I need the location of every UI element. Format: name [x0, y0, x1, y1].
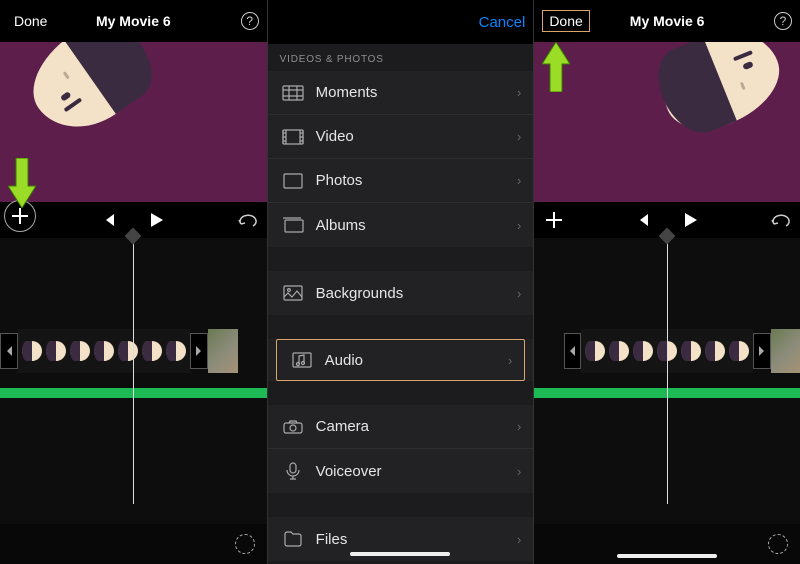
project-title: My Movie 6 [630, 13, 705, 29]
photos-icon [280, 171, 306, 191]
clip-thumb [118, 341, 138, 361]
done-button[interactable]: Done [542, 10, 589, 32]
preview-frame-image [15, 42, 165, 148]
cancel-button[interactable]: Cancel [479, 14, 526, 31]
moments-icon [280, 83, 306, 103]
clip-thumb [633, 341, 653, 361]
picker-item-voiceover[interactable]: Voiceover › [268, 449, 534, 493]
annotation-arrow-add [8, 158, 36, 208]
picker-item-video[interactable]: Video › [268, 115, 534, 159]
picker-item-label: Camera [316, 418, 369, 435]
clip-thumb [70, 341, 90, 361]
home-indicator [350, 552, 450, 556]
clip-thumb [609, 341, 629, 361]
picker-item-label: Albums [316, 217, 366, 234]
timeline[interactable] [0, 238, 267, 524]
timeline[interactable] [534, 238, 800, 524]
skip-back-icon[interactable] [101, 212, 117, 228]
picker-header: Cancel [268, 0, 534, 44]
backgrounds-icon [280, 283, 306, 303]
clip-thumb [22, 341, 42, 361]
media-picker-panel: Cancel Videos & Photos Moments › Video ›… [267, 0, 534, 564]
footer [0, 524, 267, 564]
preview-viewport [534, 42, 800, 202]
chevron-right-icon: › [517, 173, 521, 188]
clip-end-marker-icon[interactable] [753, 333, 771, 369]
picker-item-moments[interactable]: Moments › [268, 71, 534, 115]
annotation-arrow-done [542, 42, 570, 92]
chevron-right-icon: › [517, 129, 521, 144]
editor-panel-left: Done My Movie 6 ? [0, 0, 267, 564]
preview-frame-image [647, 42, 792, 143]
clip-start-marker-icon[interactable] [564, 333, 582, 369]
picker-section-media: Moments › Video › Photos › Albums › [268, 71, 534, 247]
files-icon [280, 529, 306, 549]
audio-icon [289, 350, 315, 370]
video-clip[interactable] [18, 329, 190, 373]
chevron-right-icon: › [517, 464, 521, 479]
playhead[interactable] [667, 238, 668, 504]
chevron-right-icon: › [517, 419, 521, 434]
settings-icon[interactable] [235, 534, 255, 554]
done-button[interactable]: Done [8, 11, 53, 31]
footer [534, 524, 800, 564]
clip-start-marker-icon[interactable] [0, 333, 18, 369]
home-indicator [617, 554, 717, 558]
project-title: My Movie 6 [96, 13, 171, 29]
play-icon[interactable] [681, 211, 699, 229]
chevron-right-icon: › [517, 85, 521, 100]
header: Done My Movie 6 ? [0, 0, 267, 42]
camera-icon [280, 417, 306, 437]
voiceover-icon [280, 461, 306, 481]
clip-thumb [585, 341, 605, 361]
picker-item-audio[interactable]: Audio › [276, 339, 526, 381]
chevron-right-icon: › [517, 532, 521, 547]
section-header-videos-photos: Videos & Photos [268, 44, 534, 71]
video-clip-secondary[interactable] [208, 329, 238, 373]
editor-panel-right: Done My Movie 6 ? [533, 0, 800, 564]
chevron-right-icon: › [508, 353, 512, 368]
help-icon[interactable]: ? [774, 12, 792, 30]
play-icon[interactable] [147, 211, 165, 229]
settings-icon[interactable] [768, 534, 788, 554]
video-clip-secondary[interactable] [771, 329, 800, 373]
clip-thumb [94, 341, 114, 361]
skip-back-icon[interactable] [635, 212, 651, 228]
clip-thumb [166, 341, 186, 361]
picker-section-audio: Audio › [268, 339, 534, 381]
clip-thumb [142, 341, 162, 361]
chevron-right-icon: › [517, 218, 521, 233]
clip-thumb [705, 341, 725, 361]
picker-item-label: Audio [325, 352, 363, 369]
picker-item-label: Files [316, 531, 348, 548]
clip-thumb [729, 341, 749, 361]
picker-item-camera[interactable]: Camera › [268, 405, 534, 449]
picker-section-capture: Camera › Voiceover › [268, 405, 534, 493]
picker-item-label: Video [316, 128, 354, 145]
video-icon [280, 127, 306, 147]
picker-item-label: Photos [316, 172, 363, 189]
clip-end-marker-icon[interactable] [190, 333, 208, 369]
clip-thumb [681, 341, 701, 361]
playhead[interactable] [133, 238, 134, 504]
preview-viewport [0, 42, 267, 202]
clip-thumb [46, 341, 66, 361]
undo-icon[interactable] [770, 212, 790, 228]
add-media-button[interactable] [546, 212, 562, 228]
picker-section-backgrounds: Backgrounds › [268, 271, 534, 315]
picker-item-photos[interactable]: Photos › [268, 159, 534, 203]
picker-item-backgrounds[interactable]: Backgrounds › [268, 271, 534, 315]
chevron-right-icon: › [517, 286, 521, 301]
picker-item-albums[interactable]: Albums › [268, 203, 534, 247]
undo-icon[interactable] [237, 212, 257, 228]
picker-item-label: Moments [316, 84, 378, 101]
help-icon[interactable]: ? [241, 12, 259, 30]
albums-icon [280, 215, 306, 235]
picker-item-label: Voiceover [316, 463, 382, 480]
header: Done My Movie 6 ? [534, 0, 800, 42]
picker-item-label: Backgrounds [316, 285, 404, 302]
